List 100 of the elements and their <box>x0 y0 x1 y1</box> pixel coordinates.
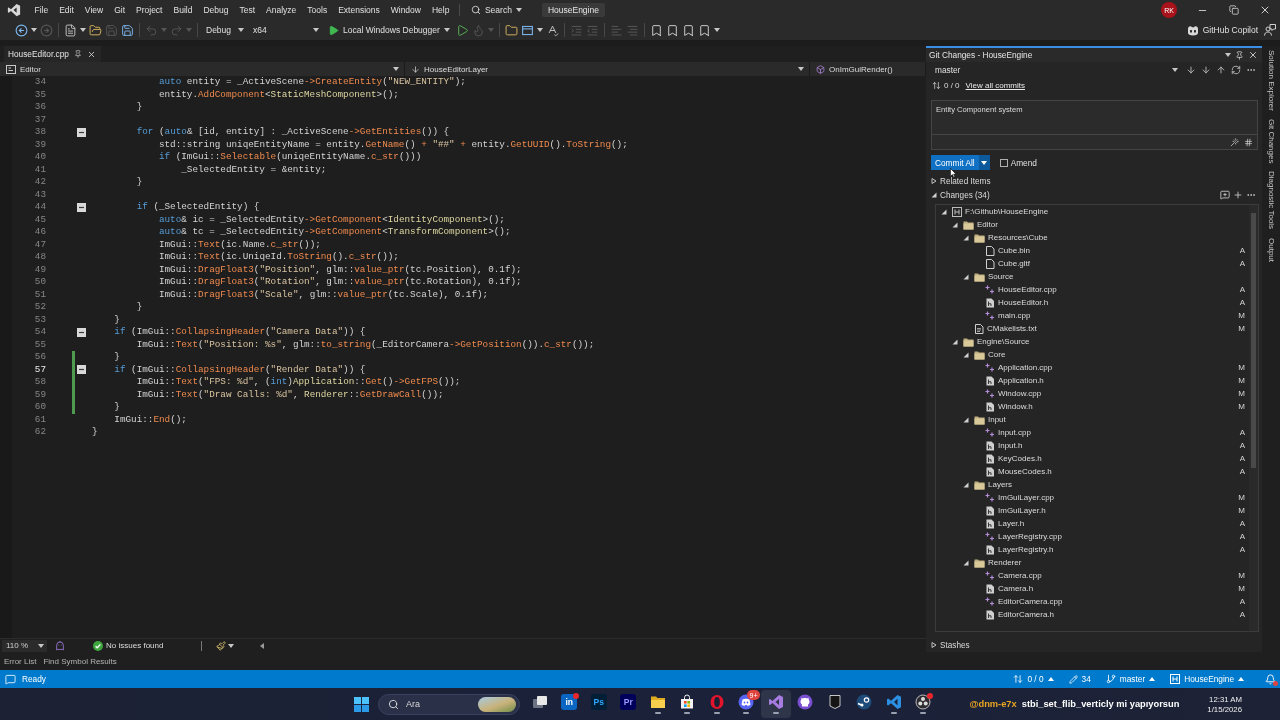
scrollbar[interactable] <box>1249 205 1258 631</box>
document-tab[interactable]: HouseEditor.cpp <box>4 46 101 62</box>
plus-icon[interactable] <box>1233 190 1243 200</box>
scroll-left-icon[interactable] <box>260 642 265 649</box>
file-name[interactable]: HouseEditor.cpp <box>998 285 1057 294</box>
bookmark-icon[interactable] <box>697 23 711 37</box>
expander-icon[interactable] <box>963 559 969 566</box>
folder-icon[interactable] <box>649 694 666 710</box>
menu-item[interactable]: View <box>79 3 109 17</box>
arrow-down-icon[interactable] <box>1186 65 1197 75</box>
taskbar-app-button[interactable]: in <box>561 694 578 710</box>
brush-icon[interactable] <box>216 640 227 651</box>
platform-dropdown[interactable]: x64 <box>250 25 322 35</box>
arrow-up-icon[interactable] <box>1216 65 1227 75</box>
collapse-icon[interactable] <box>77 127 86 137</box>
commit-dropdown-button[interactable] <box>978 155 990 170</box>
file-name[interactable]: HouseEditor.h <box>998 298 1049 307</box>
comment-plus-icon[interactable] <box>1220 190 1230 200</box>
sync-status-button[interactable]: 0 / 0 <box>1013 674 1054 684</box>
side-tab[interactable]: Diagnostic Tools <box>1266 169 1276 232</box>
taskbar-app-button[interactable]: Pr <box>620 694 637 710</box>
expander-icon[interactable] <box>963 416 969 423</box>
menu-item[interactable]: Extensions <box>332 3 386 17</box>
menu-item[interactable]: Project <box>130 3 168 17</box>
menu-item[interactable]: Debug <box>197 3 234 17</box>
expander-icon[interactable] <box>952 338 958 345</box>
sync-icon[interactable] <box>1231 65 1242 75</box>
taskbar-app-button[interactable] <box>761 690 791 718</box>
menu-item[interactable]: Window <box>385 3 427 17</box>
window-icon[interactable] <box>520 23 534 37</box>
folder-icon[interactable] <box>504 23 518 37</box>
shopping-bag-icon[interactable] <box>679 694 696 710</box>
menu-item[interactable]: Edit <box>53 3 80 17</box>
ring-logo-icon[interactable] <box>708 694 725 710</box>
menu-item[interactable]: File <box>29 3 54 17</box>
bookmark-icon[interactable] <box>681 23 695 37</box>
restore-icon[interactable] <box>1228 5 1239 15</box>
bookmark-icon[interactable] <box>649 23 663 37</box>
game-controller-logo-icon[interactable] <box>738 694 755 710</box>
file-name[interactable]: Application.h <box>998 376 1044 385</box>
file-name[interactable]: CMakelists.txt <box>987 324 1037 333</box>
expander-icon[interactable] <box>931 642 937 648</box>
view-all-commits-link[interactable]: View all commits <box>965 81 1025 90</box>
file-name[interactable]: ImGuiLayer.cpp <box>998 493 1055 502</box>
side-tab[interactable]: Output <box>1266 235 1276 264</box>
caret-icon[interactable] <box>80 28 86 32</box>
expander-icon[interactable] <box>963 351 969 358</box>
search-field[interactable]: Ara <box>378 693 520 715</box>
pin-icon[interactable] <box>1235 50 1244 60</box>
arrow-down-icon[interactable] <box>1201 65 1212 75</box>
file-name[interactable]: KeyCodes.h <box>998 454 1042 463</box>
menu-item[interactable]: Git <box>108 3 131 17</box>
checkbox-label[interactable]: Amend <box>1010 157 1037 168</box>
bookmark-icon[interactable] <box>665 23 679 37</box>
menu-item[interactable]: Tools <box>301 3 333 17</box>
play-outline-icon[interactable] <box>455 23 469 37</box>
record-logo-icon[interactable] <box>915 694 932 710</box>
file-name[interactable]: Application.cpp <box>998 363 1053 372</box>
file-name[interactable]: Layer.h <box>998 519 1025 528</box>
hash-icon[interactable] <box>1244 137 1253 147</box>
folder-name[interactable]: Input <box>988 415 1006 424</box>
file-name[interactable]: Cube.bin <box>998 246 1031 255</box>
circle-logo-icon[interactable] <box>797 694 814 710</box>
folder-name[interactable]: Editor <box>977 220 998 229</box>
issues-status[interactable]: No issues found <box>106 641 164 650</box>
file-name[interactable]: Camera.h <box>998 584 1034 593</box>
panel-tab[interactable]: Error List <box>4 656 37 666</box>
copilot-button[interactable]: GitHub Copilot <box>1186 24 1258 36</box>
save-all-icon[interactable] <box>121 23 134 37</box>
task-view-icon[interactable] <box>531 694 548 710</box>
section-header[interactable]: Changes (34) <box>940 190 990 200</box>
branch-button[interactable]: master <box>1105 674 1156 684</box>
file-name[interactable]: Window.h <box>998 402 1033 411</box>
folder-name[interactable]: Layers <box>988 480 1012 489</box>
file-name[interactable]: ImGuiLayer.h <box>998 506 1046 515</box>
collapse-icon[interactable] <box>77 365 86 375</box>
bell-icon[interactable] <box>1265 673 1276 685</box>
caret-icon[interactable] <box>713 28 720 32</box>
ghost-icon[interactable] <box>55 640 66 651</box>
caret-icon[interactable] <box>31 28 37 32</box>
search-button[interactable]: Search <box>466 5 526 15</box>
menu-item[interactable]: Test <box>233 3 261 17</box>
folder-name[interactable]: Engine\Source <box>977 337 1030 346</box>
changes-count-button[interactable]: 34 <box>1068 674 1091 684</box>
file-name[interactable]: EditorCamera.cpp <box>998 597 1063 606</box>
arrow-left-circle-icon[interactable] <box>15 23 28 37</box>
folder-name[interactable]: Source <box>988 272 1014 281</box>
folder-name[interactable]: Core <box>988 350 1006 359</box>
expander-icon[interactable] <box>931 192 937 198</box>
file-name[interactable]: Input.h <box>998 441 1023 450</box>
side-tab[interactable]: Git Changes <box>1266 116 1276 166</box>
expander-icon[interactable] <box>963 481 969 488</box>
folder-name[interactable]: Resources\Cube <box>988 233 1048 242</box>
caret-icon[interactable] <box>1225 53 1231 57</box>
configuration-dropdown[interactable]: Debug <box>203 25 247 35</box>
branch-dropdown[interactable]: master <box>930 65 1182 75</box>
checkbox[interactable] <box>999 158 1008 167</box>
file-name[interactable]: LayerRegistry.cpp <box>998 532 1062 541</box>
panel-tab[interactable]: Find Symbol Results <box>43 656 117 666</box>
menu-item[interactable]: Help <box>426 3 455 17</box>
